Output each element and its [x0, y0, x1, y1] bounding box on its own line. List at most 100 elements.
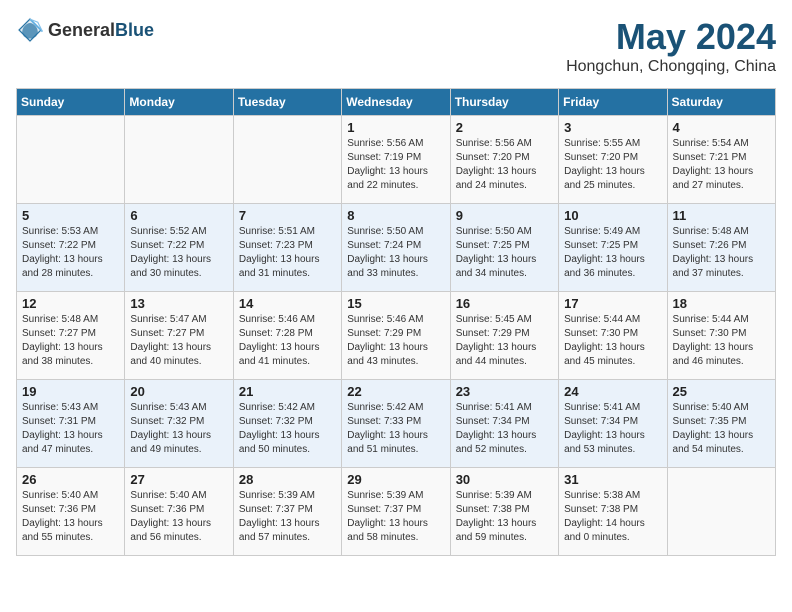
calendar-cell: 31 Sunrise: 5:38 AMSunset: 7:38 PMDayligh…	[559, 468, 667, 556]
calendar-cell: 14 Sunrise: 5:46 AMSunset: 7:28 PMDayligh…	[233, 292, 341, 380]
day-info: Sunrise: 5:38 AMSunset: 7:38 PMDaylight:…	[564, 489, 661, 545]
day-info: Sunrise: 5:56 AMSunset: 7:19 PMDaylight:…	[347, 137, 444, 193]
calendar-week-row: 26 Sunrise: 5:40 AMSunset: 7:36 PMDayligh…	[17, 468, 776, 556]
day-info: Sunrise: 5:41 AMSunset: 7:34 PMDaylight:…	[564, 401, 661, 457]
day-info: Sunrise: 5:56 AMSunset: 7:20 PMDaylight:…	[456, 137, 553, 193]
calendar-cell: 22Sunrise: 5:42 AMSunset: 7:33 PMDayligh…	[342, 380, 450, 468]
day-number: 25	[673, 384, 770, 399]
calendar-cell: 17Sunrise: 5:44 AMSunset: 7:30 PMDayligh…	[559, 292, 667, 380]
col-header-tuesday: Tuesday	[233, 89, 341, 116]
day-info: Sunrise: 5:43 AMSunset: 7:31 PMDaylight:…	[22, 401, 119, 457]
day-number: 13	[130, 296, 227, 311]
day-number: 17	[564, 296, 661, 311]
calendar-cell: 10 Sunrise: 5:49 AMSunset: 7:25 PMDayligh…	[559, 204, 667, 292]
col-header-sunday: Sunday	[17, 89, 125, 116]
logo: GeneralBlue	[16, 16, 154, 44]
calendar-cell: 5Sunrise: 5:53 AMSunset: 7:22 PMDaylight…	[17, 204, 125, 292]
calendar-cell: 9 Sunrise: 5:50 AMSunset: 7:25 PMDaylight…	[450, 204, 558, 292]
calendar-week-row: 19Sunrise: 5:43 AMSunset: 7:31 PMDayligh…	[17, 380, 776, 468]
day-number: 8	[347, 208, 444, 223]
day-info: Sunrise: 5:46 AMSunset: 7:28 PMDaylight:…	[239, 313, 336, 369]
day-number: 12	[22, 296, 119, 311]
calendar-cell: 16Sunrise: 5:45 AMSunset: 7:29 PMDayligh…	[450, 292, 558, 380]
calendar-cell: 20 Sunrise: 5:43 AMSunset: 7:32 PMDayligh…	[125, 380, 233, 468]
calendar-cell: 7 Sunrise: 5:51 AMSunset: 7:23 PMDaylight…	[233, 204, 341, 292]
calendar-cell: 26 Sunrise: 5:40 AMSunset: 7:36 PMDayligh…	[17, 468, 125, 556]
calendar-cell: 11 Sunrise: 5:48 AMSunset: 7:26 PMDayligh…	[667, 204, 775, 292]
calendar-cell: 4 Sunrise: 5:54 AMSunset: 7:21 PMDaylight…	[667, 116, 775, 204]
calendar-cell	[125, 116, 233, 204]
day-info: Sunrise: 5:47 AMSunset: 7:27 PMDaylight:…	[130, 313, 227, 369]
day-info: Sunrise: 5:39 AMSunset: 7:37 PMDaylight:…	[239, 489, 336, 545]
day-info: Sunrise: 5:52 AMSunset: 7:22 PMDaylight:…	[130, 225, 227, 281]
day-info: Sunrise: 5:45 AMSunset: 7:29 PMDaylight:…	[456, 313, 553, 369]
day-number: 30	[456, 472, 553, 487]
day-number: 2	[456, 120, 553, 135]
logo-text: GeneralBlue	[48, 20, 154, 41]
calendar-week-row: 1 Sunrise: 5:56 AMSunset: 7:19 PMDaylight…	[17, 116, 776, 204]
day-info: Sunrise: 5:48 AMSunset: 7:27 PMDaylight:…	[22, 313, 119, 369]
calendar-cell: 2 Sunrise: 5:56 AMSunset: 7:20 PMDaylight…	[450, 116, 558, 204]
calendar-cell: 24 Sunrise: 5:41 AMSunset: 7:34 PMDayligh…	[559, 380, 667, 468]
col-header-friday: Friday	[559, 89, 667, 116]
day-info: Sunrise: 5:40 AMSunset: 7:36 PMDaylight:…	[130, 489, 227, 545]
calendar-cell: 29 Sunrise: 5:39 AMSunset: 7:37 PMDayligh…	[342, 468, 450, 556]
day-info: Sunrise: 5:40 AMSunset: 7:35 PMDaylight:…	[673, 401, 770, 457]
day-number: 21	[239, 384, 336, 399]
calendar-cell: 18 Sunrise: 5:44 AMSunset: 7:30 PMDayligh…	[667, 292, 775, 380]
calendar-header-row: SundayMondayTuesdayWednesdayThursdayFrid…	[17, 89, 776, 116]
day-number: 28	[239, 472, 336, 487]
calendar-cell: 3Sunrise: 5:55 AMSunset: 7:20 PMDaylight…	[559, 116, 667, 204]
title-block: May 2024 Hongchun, Chongqing, China	[566, 16, 776, 76]
day-info: Sunrise: 5:39 AMSunset: 7:37 PMDaylight:…	[347, 489, 444, 545]
calendar-cell: 23 Sunrise: 5:41 AMSunset: 7:34 PMDayligh…	[450, 380, 558, 468]
day-info: Sunrise: 5:51 AMSunset: 7:23 PMDaylight:…	[239, 225, 336, 281]
day-info: Sunrise: 5:43 AMSunset: 7:32 PMDaylight:…	[130, 401, 227, 457]
col-header-monday: Monday	[125, 89, 233, 116]
day-info: Sunrise: 5:48 AMSunset: 7:26 PMDaylight:…	[673, 225, 770, 281]
day-info: Sunrise: 5:53 AMSunset: 7:22 PMDaylight:…	[22, 225, 119, 281]
day-number: 29	[347, 472, 444, 487]
main-title: May 2024	[566, 16, 776, 58]
calendar-cell: 21Sunrise: 5:42 AMSunset: 7:32 PMDayligh…	[233, 380, 341, 468]
day-number: 24	[564, 384, 661, 399]
day-number: 20	[130, 384, 227, 399]
day-number: 18	[673, 296, 770, 311]
day-info: Sunrise: 5:40 AMSunset: 7:36 PMDaylight:…	[22, 489, 119, 545]
subtitle: Hongchun, Chongqing, China	[566, 58, 776, 76]
day-info: Sunrise: 5:49 AMSunset: 7:25 PMDaylight:…	[564, 225, 661, 281]
day-number: 7	[239, 208, 336, 223]
day-number: 1	[347, 120, 444, 135]
page-header: GeneralBlue May 2024 Hongchun, Chongqing…	[16, 16, 776, 76]
day-number: 15	[347, 296, 444, 311]
day-info: Sunrise: 5:50 AMSunset: 7:25 PMDaylight:…	[456, 225, 553, 281]
col-header-wednesday: Wednesday	[342, 89, 450, 116]
col-header-saturday: Saturday	[667, 89, 775, 116]
day-number: 14	[239, 296, 336, 311]
logo-icon	[16, 16, 44, 44]
calendar-cell: 8Sunrise: 5:50 AMSunset: 7:24 PMDaylight…	[342, 204, 450, 292]
day-number: 31	[564, 472, 661, 487]
day-number: 11	[673, 208, 770, 223]
calendar-cell: 6Sunrise: 5:52 AMSunset: 7:22 PMDaylight…	[125, 204, 233, 292]
logo-blue: Blue	[115, 20, 154, 40]
day-number: 9	[456, 208, 553, 223]
day-number: 23	[456, 384, 553, 399]
calendar-cell: 28 Sunrise: 5:39 AMSunset: 7:37 PMDayligh…	[233, 468, 341, 556]
calendar-cell	[233, 116, 341, 204]
day-number: 10	[564, 208, 661, 223]
day-info: Sunrise: 5:44 AMSunset: 7:30 PMDaylight:…	[673, 313, 770, 369]
logo-general: General	[48, 20, 115, 40]
day-number: 4	[673, 120, 770, 135]
calendar-cell: 30Sunrise: 5:39 AMSunset: 7:38 PMDayligh…	[450, 468, 558, 556]
calendar-cell: 25 Sunrise: 5:40 AMSunset: 7:35 PMDayligh…	[667, 380, 775, 468]
calendar-cell: 27Sunrise: 5:40 AMSunset: 7:36 PMDayligh…	[125, 468, 233, 556]
day-number: 22	[347, 384, 444, 399]
day-number: 26	[22, 472, 119, 487]
calendar-table: SundayMondayTuesdayWednesdayThursdayFrid…	[16, 88, 776, 556]
calendar-week-row: 5Sunrise: 5:53 AMSunset: 7:22 PMDaylight…	[17, 204, 776, 292]
day-info: Sunrise: 5:41 AMSunset: 7:34 PMDaylight:…	[456, 401, 553, 457]
day-info: Sunrise: 5:54 AMSunset: 7:21 PMDaylight:…	[673, 137, 770, 193]
day-info: Sunrise: 5:55 AMSunset: 7:20 PMDaylight:…	[564, 137, 661, 193]
col-header-thursday: Thursday	[450, 89, 558, 116]
